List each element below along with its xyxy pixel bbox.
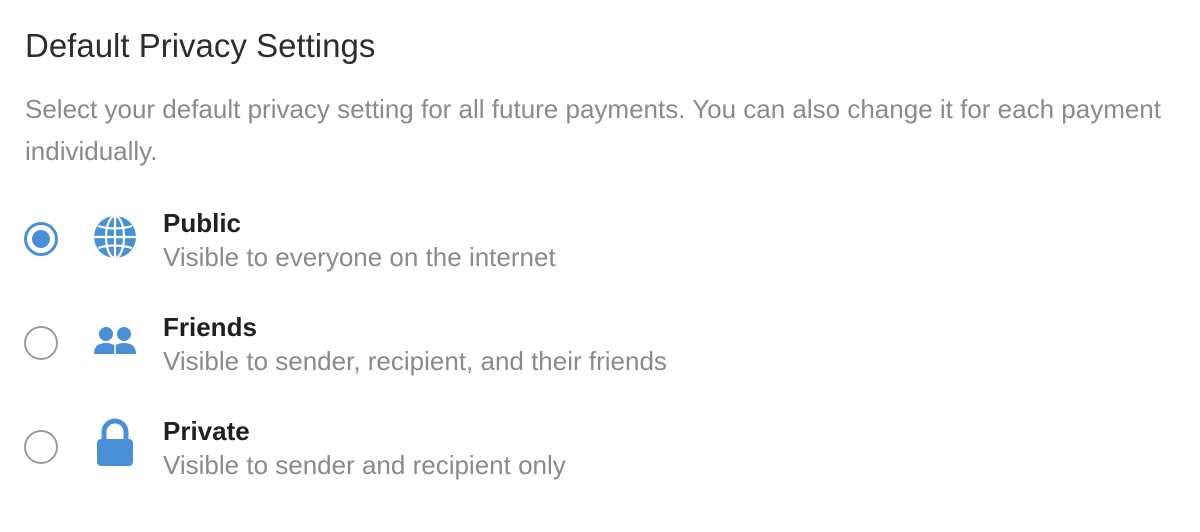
option-sublabel-friends: Visible to sender, recipient, and their …	[163, 346, 667, 376]
privacy-option-public[interactable]: Public Visible to everyone on the intern…	[0, 196, 1200, 286]
privacy-option-friends[interactable]: Friends Visible to sender, recipient, an…	[0, 300, 1200, 390]
page-description: Select your default privacy setting for …	[25, 94, 1161, 166]
privacy-settings-panel: Default Privacy Settings Select your def…	[0, 0, 1200, 532]
lock-icon	[92, 418, 138, 466]
page-title: Default Privacy Settings	[25, 27, 376, 64]
option-label-private: Private	[163, 416, 250, 446]
option-sublabel-public: Visible to everyone on the internet	[163, 242, 556, 272]
radio-private[interactable]	[24, 430, 58, 464]
friends-icon	[92, 320, 138, 366]
option-sublabel-private: Visible to sender and recipient only	[163, 450, 566, 480]
globe-icon	[92, 214, 138, 260]
option-label-friends: Friends	[163, 312, 257, 342]
radio-friends[interactable]	[24, 326, 58, 360]
radio-public[interactable]	[24, 222, 58, 256]
privacy-option-private[interactable]: Private Visible to sender and recipient …	[0, 404, 1200, 494]
option-label-public: Public	[163, 208, 242, 238]
